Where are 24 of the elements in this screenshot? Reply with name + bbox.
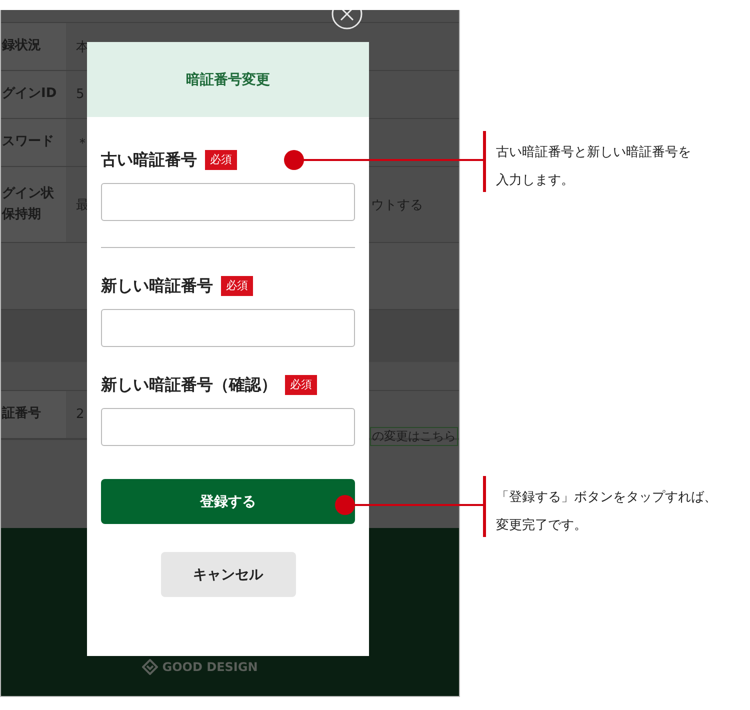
row-value: ＊: [76, 134, 89, 152]
input-field[interactable]: [101, 309, 355, 347]
field-label: 新しい暗証番号（確認）: [101, 374, 277, 396]
required-tag: 必須: [221, 276, 253, 296]
logo-text: GOOD DESIGN: [162, 660, 258, 674]
row-label: 保持期: [2, 206, 42, 224]
cancel-button[interactable]: キャンセル: [160, 552, 296, 597]
callout-bracket: [483, 131, 486, 192]
annotation-text: 古い暗証番号と新しい暗証番号を 入力します。: [496, 144, 691, 190]
row-label: 録状況: [2, 37, 42, 56]
required-tag: 必須: [285, 375, 317, 395]
dialog-title: 暗証番号変更: [186, 70, 270, 88]
field-label: 新しい暗証番号: [101, 276, 213, 296]
row-label: グイン状: [2, 184, 55, 203]
submit-button[interactable]: 登録する: [101, 479, 355, 524]
input-field[interactable]: [101, 408, 355, 446]
callout-bracket: [483, 476, 486, 537]
row-label: スワード: [2, 133, 55, 152]
required-tag: 必須: [205, 150, 237, 170]
input-field[interactable]: [101, 183, 355, 221]
annotation-text: 「登録する」ボタンをタップすれば、 変更完了です。: [496, 489, 717, 535]
row-label: 証番号: [2, 405, 42, 424]
field-label: 古い暗証番号: [101, 150, 197, 170]
row-label: グインID: [2, 85, 58, 104]
